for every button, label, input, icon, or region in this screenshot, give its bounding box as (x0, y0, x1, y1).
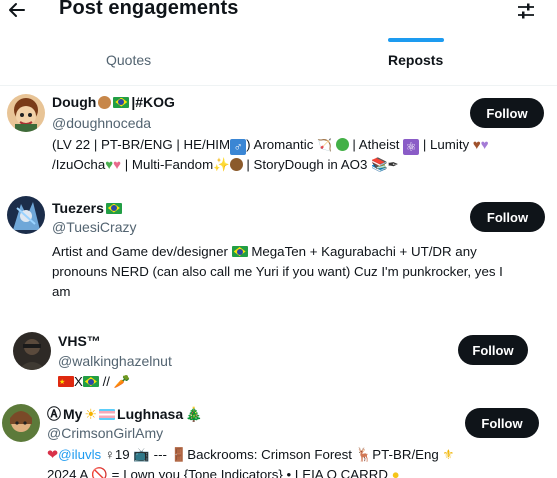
display-name[interactable]: VHS™ (58, 333, 101, 349)
display-name[interactable]: Tuezers (52, 200, 122, 216)
bio-text: am (52, 284, 71, 299)
user-handle[interactable]: @CrimsonGirlAmy (47, 425, 163, 441)
carrot-icon: 🥕 (113, 374, 131, 389)
china-flag-icon (58, 373, 74, 393)
bio-text: 19 (114, 447, 130, 462)
fleur-icon: ⚜ (442, 447, 455, 462)
bio-text: | Multi-Fandom (121, 157, 214, 172)
heart-icon: ❤ (47, 447, 59, 462)
follow-button[interactable]: Follow (458, 335, 528, 365)
bio-text: (LV 22 | PT-BR/ENG | HE/HIM (52, 137, 231, 152)
yellow-icon: ● (391, 467, 400, 478)
bio-text: --- (153, 447, 167, 462)
bio-mention[interactable]: @iluvls (58, 447, 101, 462)
page-title: Post engagements (59, 0, 239, 19)
bio-text: = I own you {Tone Indicators} • LEIA O C… (111, 467, 388, 478)
user-cell[interactable]: VHS™ @walkinghazelnut Follow X // 🥕 (0, 326, 557, 396)
brown-heart-icon: ♥ (472, 137, 481, 152)
engagement-tabs: Quotes Reposts (0, 44, 557, 86)
bio-text: 2024 A (47, 467, 88, 478)
bio-text: MegaTen + Kagurabachi + UT/DR any (251, 244, 477, 259)
tab-quotes[interactable]: Quotes (0, 44, 262, 86)
user-cell[interactable]: Dough |#KOG @doughnoceda Follow (LV 22 |… (0, 90, 557, 182)
user-cell[interactable]: Ⓐ My ☀ Lughnasa 🎄 @CrimsonGirlAmy Follow … (0, 400, 557, 478)
female-sign-icon: ♀ (104, 447, 115, 462)
tab-reposts-label: Reposts (388, 52, 444, 68)
bio-text: pronouns NERD (can also call me Yuri if … (52, 264, 503, 279)
bio-text: /IzuOcha (52, 157, 106, 172)
bio-text: | StoryDough in AO3 (242, 157, 368, 172)
door-icon: 🚪 (170, 447, 188, 462)
display-name-part: My (63, 406, 83, 422)
user-handle[interactable]: @doughnoceda (52, 115, 151, 131)
brazil-flag-icon (231, 246, 248, 257)
display-name-text: Dough (52, 94, 97, 110)
display-name-part: Lughnasa (117, 406, 184, 422)
bio-text: | Atheist (348, 137, 400, 152)
atom-icon: ⚛ (403, 139, 420, 155)
arrow-left-icon[interactable] (8, 0, 26, 20)
active-tab-indicator (388, 38, 444, 42)
sliders-icon[interactable] (516, 2, 536, 20)
display-name-part: Ⓐ (47, 406, 61, 422)
user-handle[interactable]: @TuesiCrazy (52, 219, 137, 235)
tab-reposts[interactable]: Reposts (262, 44, 557, 86)
brazil-flag-icon (105, 202, 122, 214)
follow-button[interactable]: Follow (465, 408, 539, 438)
user-bio: Artist and Game dev/designer MegaTen + K… (52, 242, 503, 302)
avatar[interactable] (13, 332, 51, 370)
bio-text: Backrooms: Crimson Forest (187, 447, 353, 462)
bio-text: | Lumity (419, 137, 470, 152)
avatar[interactable] (2, 404, 40, 442)
bio-text: ) Aromantic (246, 137, 314, 152)
avatar[interactable] (7, 196, 45, 234)
display-name[interactable]: Ⓐ My ☀ Lughnasa 🎄 (47, 404, 203, 424)
male-sign-icon: ♂ (230, 139, 247, 155)
bio-text: X (74, 374, 83, 389)
tv-icon: 📺 (133, 447, 150, 462)
bio-text: Artist and Game dev/designer (52, 244, 228, 259)
green-circle-icon (335, 138, 349, 151)
user-bio: ❤@iluvls ♀19 📺 --- 🚪Backrooms: Crimson F… (47, 445, 454, 478)
sun-icon: ☀ (84, 405, 98, 422)
purple-heart-icon: ♥ (480, 137, 489, 152)
follow-button[interactable]: Follow (470, 202, 545, 232)
follow-button[interactable]: Follow (470, 98, 544, 128)
display-name-suffix: |#KOG (131, 94, 175, 110)
tab-quotes-label: Quotes (106, 52, 152, 68)
pen-icon: ✒ (387, 157, 399, 172)
user-bio: X // 🥕 (58, 372, 131, 393)
brazil-flag-icon (82, 376, 99, 387)
user-cell[interactable]: Tuezers @TuesiCrazy Follow Artist and Ga… (0, 192, 557, 302)
display-name-text: VHS™ (58, 333, 101, 349)
user-bio: (LV 22 | PT-BR/ENG | HE/HIM ♂) Aromantic … (52, 135, 489, 175)
deer-icon: 🦌 (355, 447, 373, 462)
bio-text: PT-BR/Eng (372, 447, 439, 462)
sparkles-icon: ✨ (213, 157, 230, 172)
pink-heart-icon: ♥ (113, 157, 122, 172)
top-bar: Post engagements (0, 0, 557, 26)
books-icon: 📚 (371, 157, 388, 172)
prohibited-icon: 🚫 (91, 467, 108, 478)
display-name[interactable]: Dough |#KOG (52, 94, 175, 110)
bow-icon: 🏹 (317, 138, 332, 152)
brazil-flag-icon (113, 96, 130, 108)
trans-flag-icon (99, 408, 116, 420)
tree-icon: 🎄 (185, 405, 203, 422)
owl-icon (229, 158, 243, 171)
bio-text: // (98, 374, 110, 389)
cookie-icon (98, 95, 112, 109)
green-heart-icon: ♥ (105, 157, 114, 172)
display-name-text: Tuezers (52, 200, 104, 216)
user-handle[interactable]: @walkinghazelnut (58, 353, 172, 369)
avatar[interactable] (7, 94, 45, 132)
